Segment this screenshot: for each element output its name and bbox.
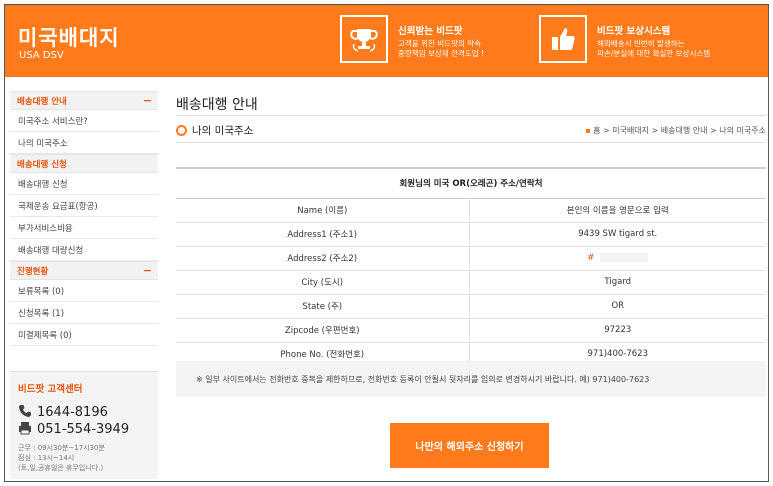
sidebar-item-rate-table[interactable]: 국제운송 요금표(항공) [10,195,158,217]
table-header: 회원님의 미국 OR(오레곤) 주소/연락처 [176,167,766,199]
sidebar-item-my-usa-address[interactable]: 나의 미국주소 [10,132,158,154]
section-header: 나의 미국주소 홈 > 미국배대지 > 배송대행 안내 > 나의 미국주소 [176,122,766,140]
promo-compensation-title: 비드팟 보상시스템 [597,26,671,37]
site-header: 미국배대지 USA DSV 신뢰받는 비드팟 고객을 위한 비드팟의 약속 중량… [5,5,768,77]
phone-notice: ※ 일부 사이트에서는 전화번호 중복을 제한하므로, 전화번호 등록이 안될시… [176,361,766,397]
fax-icon [18,421,32,438]
collapse-icon[interactable]: − [143,94,152,107]
sidebar-item-request-list[interactable]: 신청목록 (1) [10,302,158,324]
table-row: Name (이름) 본인의 이름을 영문으로 입력 [176,198,766,223]
breadcrumb-text[interactable]: 홈 > 미국배대지 > 배송대행 안내 > 나의 미국주소 [593,126,766,135]
sidebar-item-bulk-request[interactable]: 배송대행 대량신청 [10,239,158,261]
customer-center: 비드팟 고객센터 1644-8196 051-554-3949 근무 : 09시… [10,371,158,479]
table-row: State (주) OR [176,294,766,319]
page-title: 배송대행 안내 [176,97,258,113]
promo-trust-line: 중량책임 보상제 전격도입 ! [398,49,485,58]
promo-trust-title: 신뢰받는 비드팟 [398,26,463,37]
section-title: 나의 미국주소 [192,125,254,137]
row-value: 9439 SW tigard st. [469,222,766,247]
apply-overseas-address-button[interactable]: 나만의 해외주소 신청하기 [390,423,549,468]
row-value: OR [469,294,766,319]
phone-row: 1644-8196 [18,404,108,421]
sidebar-item-on-hold-list[interactable]: 보류목록 (0) [10,280,158,302]
table-row: Address1 (주소1) 9439 SW tigard st. [176,222,766,247]
promo-compensation-line: 파손/분실에 대한 확실한 보상시스템 [597,49,711,58]
page-frame: 미국배대지 USA DSV 신뢰받는 비드팟 고객을 위한 비드팟의 약속 중량… [4,4,769,482]
sidebar-section-header[interactable]: 배송대행 신청 [10,154,158,173]
hours-line: (토,일,공휴일은 휴무입니다.) [18,464,104,472]
table-row: Zipcode (우편번호) 97223 [176,318,766,343]
divider [176,115,766,116]
phone-icon [18,404,32,421]
sidebar: 배송대행 안내 − 미국주소 서비스란? 나의 미국주소 배송대행 신청 배송대… [10,91,158,346]
square-bullet-icon [586,128,591,133]
sidebar-item-unpaid-list[interactable]: 미결제목록 (0) [10,324,158,346]
address-table: 회원님의 미국 OR(오레곤) 주소/연락처 Name (이름) 본인의 이름을… [176,167,766,367]
table-row: Address2 (주소2) # [176,246,766,271]
customer-fax: 051-554-3949 [37,422,130,437]
collapse-icon[interactable]: − [143,264,152,277]
row-label: Zipcode (우편번호) [176,318,470,343]
trophy-icon [340,15,388,63]
breadcrumb: 홈 > 미국배대지 > 배송대행 안내 > 나의 미국주소 [586,125,766,136]
sidebar-section-header[interactable]: 배송대행 안내 − [10,91,158,110]
table-row: City (도시) Tigard [176,270,766,295]
row-value-cell: # [469,246,766,271]
divider [176,142,766,143]
row-label: City (도시) [176,270,470,295]
sidebar-section-title: 배송대행 신청 [17,159,67,170]
sidebar-item-shipping-request[interactable]: 배송대행 신청 [10,173,158,195]
sidebar-item-extra-service-cost[interactable]: 부가서비스비용 [10,217,158,239]
row-value: Tigard [469,270,766,295]
logo-subtitle: USA DSV [19,50,64,61]
sidebar-section-header[interactable]: 진행현황 − [10,261,158,280]
row-value: # [587,253,595,263]
sidebar-section-title: 진행현황 [17,266,49,277]
sidebar-section-title: 배송대행 안내 [17,96,67,107]
row-label: State (주) [176,294,470,319]
hours-line: 점심 : 13시~14시 [18,454,75,462]
row-label: Address1 (주소1) [176,222,470,247]
row-value: 97223 [469,318,766,343]
hours-line: 근무 : 09시30분~17시30분 [18,444,105,452]
sidebar-item-usa-address-service[interactable]: 미국주소 서비스란? [10,110,158,132]
customer-phone: 1644-8196 [37,405,108,420]
logo-title[interactable]: 미국배대지 [18,22,120,52]
fax-row: 051-554-3949 [18,421,129,438]
thumbs-up-icon [539,15,587,63]
customer-center-title: 비드팟 고객센터 [18,384,83,395]
row-value: 본인의 이름을 영문으로 입력 [469,198,766,223]
redacted-value [600,253,649,262]
row-label: Address2 (주소2) [176,246,470,271]
table-header-row: 회원님의 미국 OR(오레곤) 주소/연락처 [176,167,766,199]
row-label: Name (이름) [176,198,470,223]
circle-bullet-icon [176,125,187,136]
